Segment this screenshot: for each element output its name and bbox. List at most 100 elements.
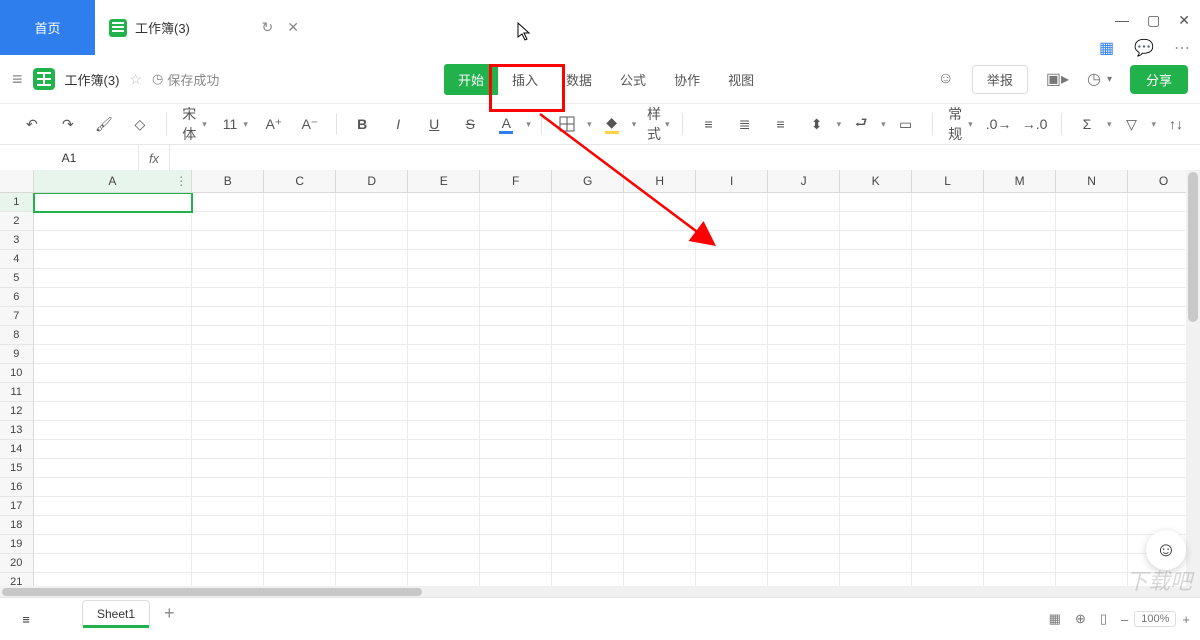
cell[interactable] <box>912 554 984 573</box>
cell-style-button[interactable]: 样式 ▾ <box>640 111 672 137</box>
chevron-down-icon[interactable]: ▾ <box>881 119 886 130</box>
cell[interactable] <box>192 516 264 535</box>
cell[interactable] <box>480 231 552 250</box>
cell[interactable] <box>552 440 624 459</box>
cell[interactable] <box>768 193 840 212</box>
column-header-g[interactable]: G <box>552 170 624 192</box>
cell[interactable] <box>34 269 193 288</box>
cell[interactable] <box>336 231 408 250</box>
format-painter-button[interactable]: 🖌 <box>88 111 120 137</box>
cell[interactable] <box>768 459 840 478</box>
cell[interactable] <box>264 402 336 421</box>
cell[interactable] <box>912 288 984 307</box>
cell[interactable] <box>768 345 840 364</box>
cell[interactable] <box>552 326 624 345</box>
cell[interactable] <box>624 402 696 421</box>
cell[interactable] <box>768 269 840 288</box>
font-name-select[interactable]: 宋体 ▾ <box>176 104 213 144</box>
cell[interactable] <box>624 554 696 573</box>
bold-button[interactable]: B <box>346 111 378 137</box>
cell[interactable] <box>336 212 408 231</box>
home-tab[interactable]: 首页 <box>0 0 95 55</box>
cell[interactable] <box>192 421 264 440</box>
cell[interactable] <box>912 364 984 383</box>
cell[interactable] <box>912 478 984 497</box>
row-header[interactable]: 4 <box>0 250 34 269</box>
cell[interactable] <box>840 364 912 383</box>
cell[interactable] <box>624 307 696 326</box>
cell[interactable] <box>552 478 624 497</box>
cell[interactable] <box>480 383 552 402</box>
undo-button[interactable]: ↶ <box>16 111 48 137</box>
cell[interactable] <box>912 402 984 421</box>
cell[interactable] <box>408 307 480 326</box>
cell[interactable] <box>768 554 840 573</box>
cell[interactable] <box>768 307 840 326</box>
row-header[interactable]: 15 <box>0 459 34 478</box>
column-header-j[interactable]: J <box>768 170 840 192</box>
row-header[interactable]: 3 <box>0 231 34 250</box>
cell[interactable] <box>34 250 193 269</box>
cell[interactable] <box>552 535 624 554</box>
cell[interactable] <box>264 497 336 516</box>
clear-format-button[interactable]: ◇ <box>124 111 156 137</box>
cell[interactable] <box>264 307 336 326</box>
cell[interactable] <box>264 383 336 402</box>
cell[interactable] <box>1056 250 1128 269</box>
cell[interactable] <box>624 326 696 345</box>
cell[interactable] <box>192 345 264 364</box>
document-tab[interactable]: 工作簿(3) ↻ ✕ <box>95 0 314 55</box>
cell[interactable] <box>624 516 696 535</box>
cell[interactable] <box>408 554 480 573</box>
cell[interactable] <box>912 421 984 440</box>
row-header[interactable]: 16 <box>0 478 34 497</box>
cell[interactable] <box>192 288 264 307</box>
italic-button[interactable]: I <box>382 111 414 137</box>
cell[interactable] <box>264 535 336 554</box>
cell[interactable] <box>34 402 193 421</box>
cell[interactable] <box>984 459 1056 478</box>
cell[interactable] <box>192 554 264 573</box>
cell[interactable] <box>480 478 552 497</box>
cell[interactable] <box>1056 440 1128 459</box>
cell[interactable] <box>768 326 840 345</box>
menu-formula[interactable]: 公式 <box>606 64 660 95</box>
select-all-corner[interactable] <box>0 170 34 192</box>
cell[interactable] <box>984 516 1056 535</box>
cell[interactable] <box>192 383 264 402</box>
cell[interactable] <box>984 383 1056 402</box>
cell[interactable] <box>624 231 696 250</box>
cell[interactable] <box>1056 478 1128 497</box>
cell[interactable] <box>768 288 840 307</box>
cell[interactable] <box>480 497 552 516</box>
cell[interactable] <box>840 535 912 554</box>
cell[interactable] <box>264 440 336 459</box>
cell[interactable] <box>408 459 480 478</box>
cell[interactable] <box>840 516 912 535</box>
cell[interactable] <box>264 269 336 288</box>
cell[interactable] <box>408 383 480 402</box>
cell[interactable] <box>624 535 696 554</box>
row-header[interactable]: 7 <box>0 307 34 326</box>
menu-collab[interactable]: 协作 <box>660 64 714 95</box>
cell[interactable] <box>408 478 480 497</box>
chevron-down-icon[interactable]: ▾ <box>526 119 531 130</box>
row-header[interactable]: 2 <box>0 212 34 231</box>
star-icon[interactable]: ☆ <box>129 71 142 88</box>
sort-button[interactable]: ↑↓ <box>1160 111 1192 137</box>
cell[interactable] <box>34 516 193 535</box>
cell[interactable] <box>408 326 480 345</box>
cell[interactable] <box>34 478 193 497</box>
cell[interactable] <box>984 288 1056 307</box>
cell[interactable] <box>336 345 408 364</box>
cell[interactable] <box>624 250 696 269</box>
minimize-icon[interactable]: — <box>1115 12 1129 29</box>
cell[interactable] <box>1056 288 1128 307</box>
cell[interactable] <box>480 535 552 554</box>
row-header[interactable]: 14 <box>0 440 34 459</box>
presentation-icon[interactable]: ▣▸ <box>1046 69 1069 89</box>
cell[interactable] <box>408 421 480 440</box>
cell[interactable] <box>696 269 768 288</box>
cell[interactable] <box>34 193 193 212</box>
cell[interactable] <box>192 307 264 326</box>
